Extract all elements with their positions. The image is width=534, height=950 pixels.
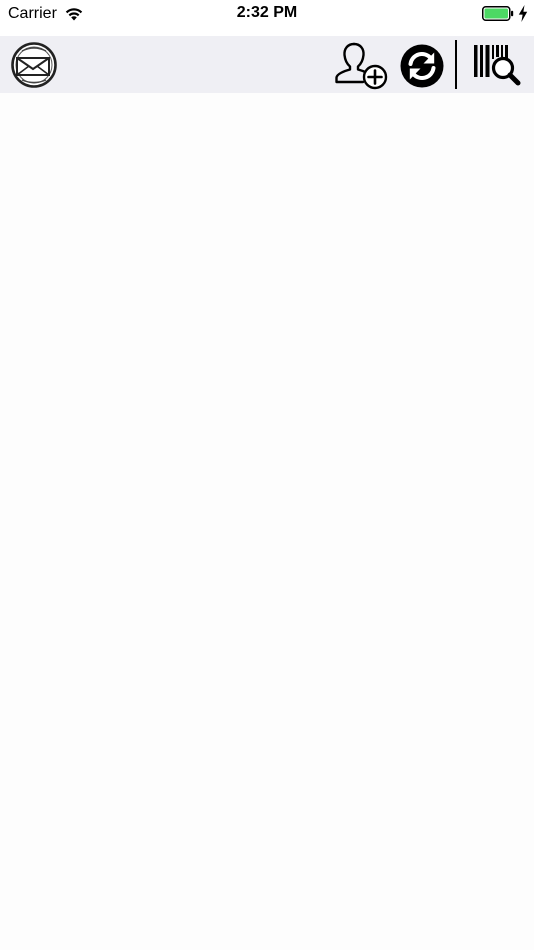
barcode-search-icon <box>470 41 526 87</box>
toolbar-divider <box>455 40 457 89</box>
main-content <box>0 93 534 950</box>
status-bar: Carrier 2:32 PM <box>0 0 534 36</box>
battery-icon <box>482 6 514 21</box>
lightning-bolt-icon <box>518 5 528 22</box>
sync-button[interactable] <box>399 43 445 89</box>
envelope-globe-icon <box>10 41 58 89</box>
top-toolbar <box>0 36 534 93</box>
barcode-search-button[interactable] <box>470 41 526 87</box>
add-user-icon <box>334 40 390 90</box>
add-user-button[interactable] <box>334 40 390 90</box>
sync-icon <box>399 43 445 89</box>
app-screen: Carrier 2:32 PM <box>0 0 534 950</box>
clock-time: 2:32 PM <box>236 4 298 21</box>
mail-globe-button[interactable] <box>10 41 58 89</box>
